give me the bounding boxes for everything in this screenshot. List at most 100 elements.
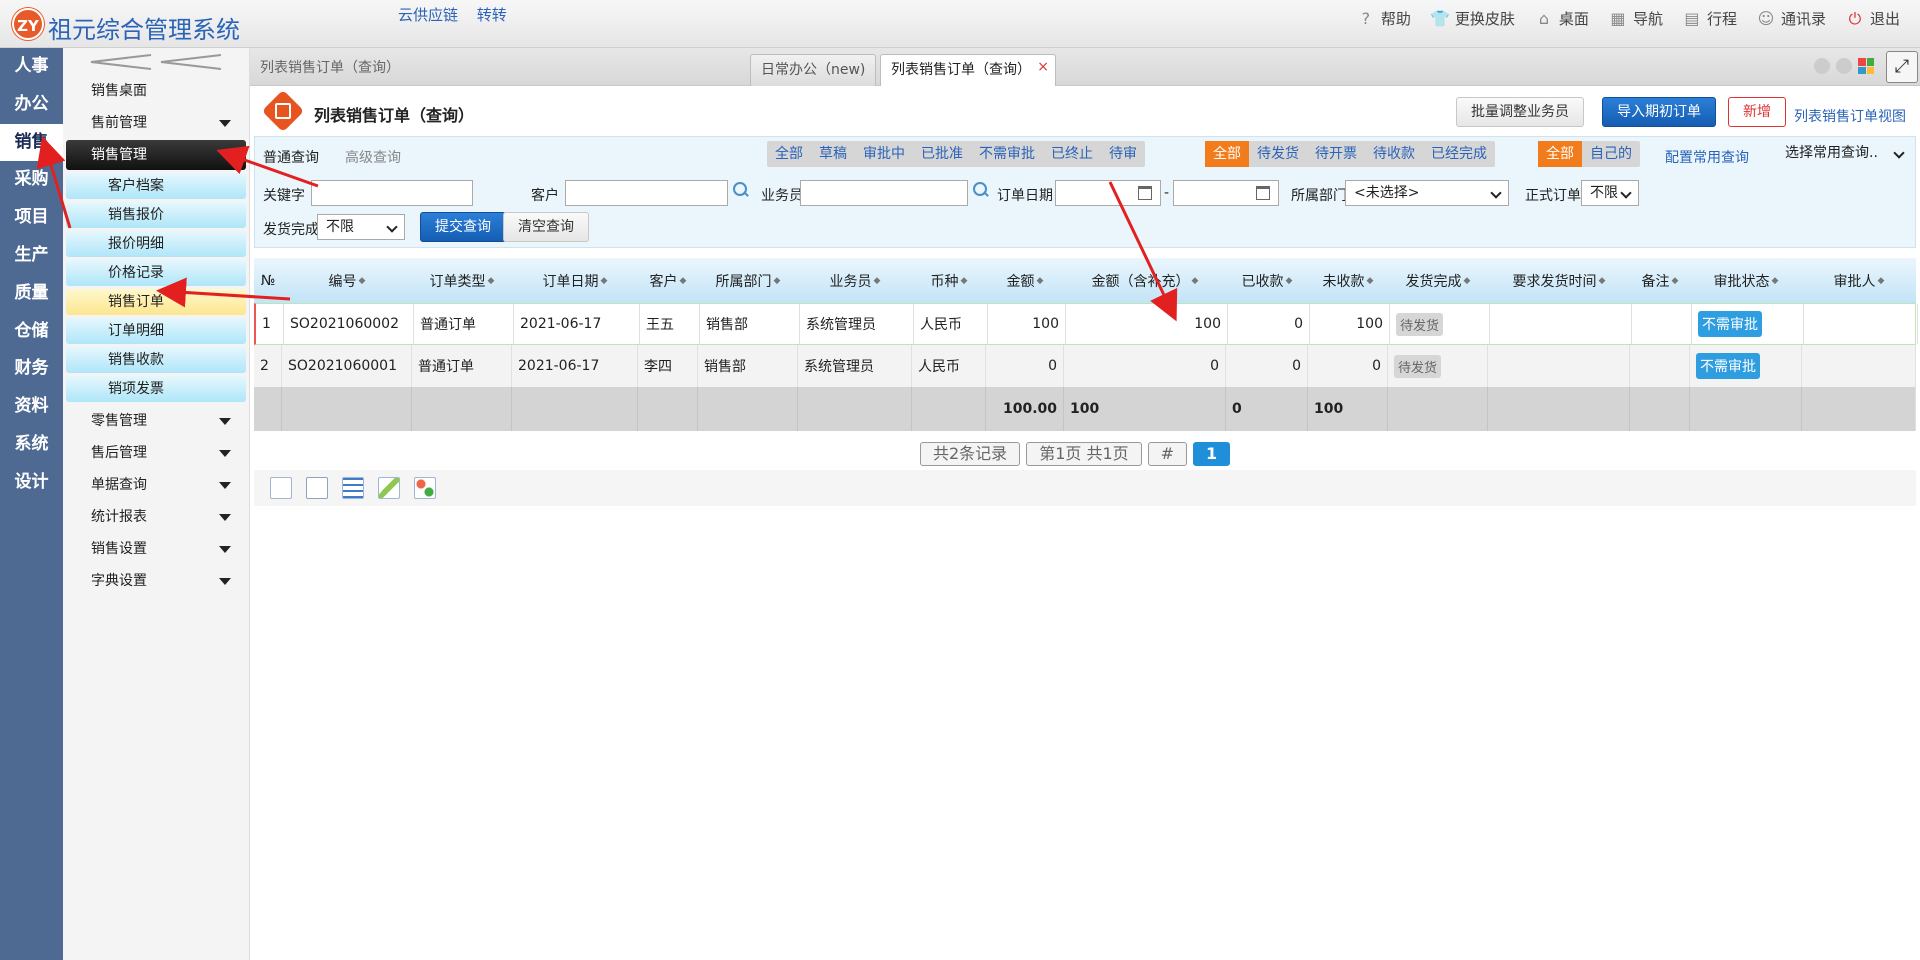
sidebar-item-price-record[interactable]: 价格记录: [66, 260, 246, 286]
sidebar-group-retail[interactable]: 零售管理: [63, 405, 249, 437]
module-design[interactable]: 设计: [0, 464, 63, 502]
status-all[interactable]: 全部: [767, 141, 811, 167]
customer-search-icon[interactable]: [733, 182, 749, 198]
col-currency[interactable]: 币种 ◆: [912, 258, 986, 303]
tab-daily-office[interactable]: 日常办公（new): [750, 54, 877, 86]
owner-mine[interactable]: 自己的: [1582, 141, 1640, 167]
top-link-supply-chain[interactable]: 云供应链: [398, 6, 458, 24]
batch-adjust-salesman-button[interactable]: 批量调整业务员: [1456, 97, 1584, 127]
col-amount[interactable]: 金额 ◆: [986, 258, 1064, 303]
status-no-approval[interactable]: 不需审批: [971, 141, 1043, 167]
col-order-type[interactable]: 订单类型 ◆: [412, 258, 512, 303]
module-quality[interactable]: 质量: [0, 275, 63, 313]
top-link-zhuanzhuan[interactable]: 转转: [477, 6, 507, 24]
pager-page-1[interactable]: 1: [1193, 442, 1231, 466]
ship-done-select[interactable]: 不限: [317, 214, 405, 240]
tab-normal-query[interactable]: 普通查询: [263, 147, 319, 167]
keyword-input[interactable]: [311, 180, 473, 206]
windows-grid-icon[interactable]: [1858, 58, 1874, 74]
tab-next-icon[interactable]: [1836, 58, 1852, 74]
ship-all[interactable]: 全部: [1205, 141, 1249, 167]
select-all-icon[interactable]: [270, 477, 292, 499]
status-approving[interactable]: 审批中: [855, 141, 913, 167]
col-order-date[interactable]: 订单日期 ◆: [512, 258, 638, 303]
schedule-button[interactable]: ▤ 行程: [1681, 8, 1737, 29]
ship-completed[interactable]: 已经完成: [1423, 141, 1495, 167]
module-production[interactable]: 生产: [0, 237, 63, 275]
config-common-query-link[interactable]: 配置常用查询: [1665, 147, 1749, 167]
close-icon[interactable]: ×: [1037, 52, 1049, 82]
salesman-search-icon[interactable]: [973, 182, 989, 198]
module-data[interactable]: 资料: [0, 388, 63, 426]
logout-button[interactable]: ⏻ 退出: [1844, 8, 1900, 29]
status-approved[interactable]: 已批准: [913, 141, 971, 167]
sidebar-item-sales-order[interactable]: 销售订单: [66, 289, 246, 315]
ship-to-collect[interactable]: 待收款: [1365, 141, 1423, 167]
col-approver[interactable]: 审批人 ◆: [1802, 258, 1916, 303]
status-terminated[interactable]: 已终止: [1043, 141, 1101, 167]
col-required-ship-time[interactable]: 要求发货时间 ◆: [1488, 258, 1630, 303]
change-skin-button[interactable]: 👕 更换皮肤: [1429, 8, 1515, 29]
sidebar-group-sales-settings[interactable]: 销售设置: [63, 533, 249, 565]
tab-prev-icon[interactable]: [1814, 58, 1830, 74]
approval-badge[interactable]: 不需审批: [1698, 311, 1762, 337]
new-button[interactable]: 新增: [1728, 97, 1786, 127]
edit-icon[interactable]: [378, 477, 400, 499]
col-salesman[interactable]: 业务员 ◆: [798, 258, 912, 303]
status-pending-review[interactable]: 待审: [1101, 141, 1145, 167]
col-amount-plus[interactable]: 金额（含补充） ◆: [1064, 258, 1226, 303]
ship-pending[interactable]: 待发货: [1249, 141, 1307, 167]
col-unreceived[interactable]: 未收款 ◆: [1308, 258, 1388, 303]
table-icon[interactable]: [342, 477, 364, 499]
sidebar-item-quote[interactable]: 销售报价: [66, 202, 246, 228]
module-sales[interactable]: 销售: [0, 123, 63, 162]
col-code[interactable]: 编号 ◆: [282, 258, 412, 303]
table-row[interactable]: 2 SO2021060001 普通订单 2021-06-17 李四 销售部 系统…: [254, 345, 1916, 387]
order-date-start-input[interactable]: [1055, 180, 1161, 206]
sidebar-item-order-detail[interactable]: 订单明细: [66, 318, 246, 344]
desktop-button[interactable]: ⌂ 桌面: [1533, 8, 1589, 29]
module-hr[interactable]: 人事: [0, 48, 63, 86]
sidebar-group-aftersales[interactable]: 售后管理: [63, 437, 249, 469]
navigate-button[interactable]: ▦ 导航: [1607, 8, 1663, 29]
help-button[interactable]: ? 帮助: [1355, 8, 1411, 29]
common-query-select[interactable]: 选择常用查询..: [1777, 141, 1911, 167]
import-initial-order-button[interactable]: 导入期初订单: [1602, 97, 1716, 127]
sidebar-group-presales[interactable]: 售前管理: [63, 107, 249, 139]
sidebar-group-sales-desktop[interactable]: 销售桌面: [63, 75, 249, 107]
formal-order-select[interactable]: 不限: [1581, 180, 1639, 206]
col-no[interactable]: №: [254, 258, 282, 303]
contacts-button[interactable]: ☺ 通讯录: [1755, 8, 1826, 29]
tab-sales-order-list[interactable]: 列表销售订单（查询） ×: [880, 54, 1056, 86]
status-draft[interactable]: 草稿: [811, 141, 855, 167]
owner-all[interactable]: 全部: [1538, 141, 1582, 167]
module-system[interactable]: 系统: [0, 426, 63, 464]
sidebar-group-reports[interactable]: 统计报表: [63, 501, 249, 533]
clear-query-button[interactable]: 清空查询: [503, 212, 589, 242]
module-purchase[interactable]: 采购: [0, 161, 63, 199]
col-department[interactable]: 所属部门 ◆: [698, 258, 798, 303]
module-finance[interactable]: 财务: [0, 350, 63, 388]
sidebar-item-customer[interactable]: 客户档案: [66, 173, 246, 199]
table-row[interactable]: 1 SO2021060002 普通订单 2021-06-17 王五 销售部 系统…: [254, 303, 1918, 345]
module-warehouse[interactable]: 仓储: [0, 313, 63, 351]
module-project[interactable]: 项目: [0, 199, 63, 237]
sidebar-group-doc-query[interactable]: 单据查询: [63, 469, 249, 501]
ship-to-invoice[interactable]: 待开票: [1307, 141, 1365, 167]
sidebar-item-sales-receipt[interactable]: 销售收款: [66, 347, 246, 373]
salesman-input[interactable]: [800, 180, 968, 206]
sidebar-group-sales-management[interactable]: 销售管理: [66, 140, 246, 170]
sidebar-collapse-button[interactable]: [63, 48, 249, 75]
approval-badge[interactable]: 不需审批: [1696, 353, 1760, 379]
pager-jump[interactable]: #: [1147, 442, 1188, 466]
settings-icon[interactable]: [414, 477, 436, 499]
sidebar-item-output-invoice[interactable]: 销项发票: [66, 376, 246, 402]
tab-advanced-query[interactable]: 高级查询: [345, 147, 401, 167]
col-remark[interactable]: 备注 ◆: [1630, 258, 1690, 303]
submit-query-button[interactable]: 提交查询: [420, 212, 506, 242]
order-date-end-input[interactable]: [1173, 180, 1279, 206]
col-approval-status[interactable]: 审批状态 ◆: [1690, 258, 1802, 303]
col-ship-done[interactable]: 发货完成 ◆: [1388, 258, 1488, 303]
sidebar-group-dictionary[interactable]: 字典设置: [63, 565, 249, 597]
document-icon[interactable]: [306, 477, 328, 499]
